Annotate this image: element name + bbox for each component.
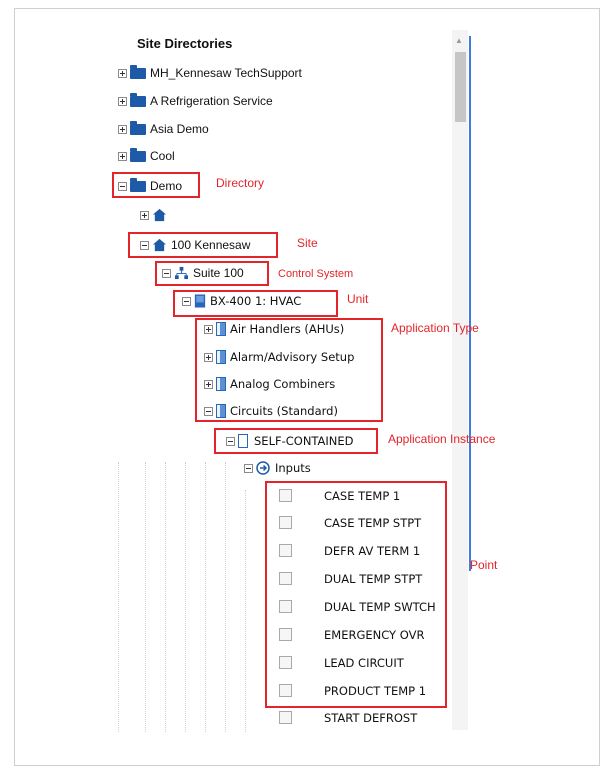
tree-item-site[interactable] — [140, 206, 171, 224]
expand-icon[interactable] — [118, 124, 127, 134]
scroll-up-icon[interactable]: ▲ — [455, 36, 463, 45]
input-arrow-icon — [256, 461, 270, 475]
panel-title: Site Directories — [137, 36, 233, 51]
annotation-point: Point — [470, 558, 498, 572]
annotation-box-application-type — [195, 318, 383, 422]
scrollbar-thumb[interactable] — [455, 52, 466, 122]
tree-guide-line — [205, 462, 206, 732]
folder-icon — [130, 147, 146, 162]
inputs-label: Inputs — [275, 461, 311, 475]
tree-guide-line — [225, 462, 226, 732]
annotation-directory: Directory — [216, 176, 265, 190]
directory-label: Asia Demo — [150, 122, 209, 136]
annotation-box-application-instance — [214, 428, 378, 454]
tree-guide-line — [165, 462, 166, 732]
tree-guide-line — [245, 490, 246, 732]
expand-icon[interactable] — [118, 68, 127, 78]
annotation-control-system: Control System — [278, 268, 354, 280]
annotation-site: Site — [297, 236, 318, 250]
annotation-application-instance: Application Instance — [388, 432, 496, 446]
directory-label: A Refrigeration Service — [150, 94, 273, 108]
annotation-box-unit — [173, 290, 338, 317]
annotation-application-type: Application Type — [391, 321, 479, 335]
scroll-accent-line — [469, 36, 471, 571]
directory-label: MH_Kennesaw TechSupport — [150, 66, 302, 80]
annotation-box-directory — [112, 172, 200, 198]
scrollbar-track[interactable] — [452, 30, 468, 730]
point-checkbox[interactable] — [279, 711, 292, 724]
annotation-box-control-system — [155, 261, 269, 286]
folder-icon — [130, 64, 146, 79]
tree-guide-line — [118, 462, 119, 732]
annotation-box-site — [128, 232, 278, 258]
tree-item-directory[interactable]: Asia Demo — [118, 120, 209, 138]
tree-guide-line — [185, 462, 186, 732]
tree-item-directory[interactable]: A Refrigeration Service — [118, 92, 273, 110]
house-icon — [152, 208, 167, 222]
tree-item-directory[interactable]: Cool — [118, 147, 175, 165]
directory-label: Cool — [150, 149, 175, 163]
tree-guide-line — [145, 462, 146, 732]
expand-icon[interactable] — [118, 96, 127, 106]
annotation-box-point — [265, 481, 447, 708]
tree-item-inputs[interactable]: Inputs — [244, 459, 311, 477]
expand-icon[interactable] — [118, 151, 127, 161]
expand-icon[interactable] — [140, 210, 149, 220]
tree-item-directory[interactable]: MH_Kennesaw TechSupport — [118, 64, 302, 82]
folder-icon — [130, 92, 146, 107]
folder-icon — [130, 120, 146, 135]
point-label: START DEFROST — [324, 711, 418, 725]
collapse-icon[interactable] — [244, 463, 253, 473]
annotation-unit: Unit — [347, 292, 369, 306]
